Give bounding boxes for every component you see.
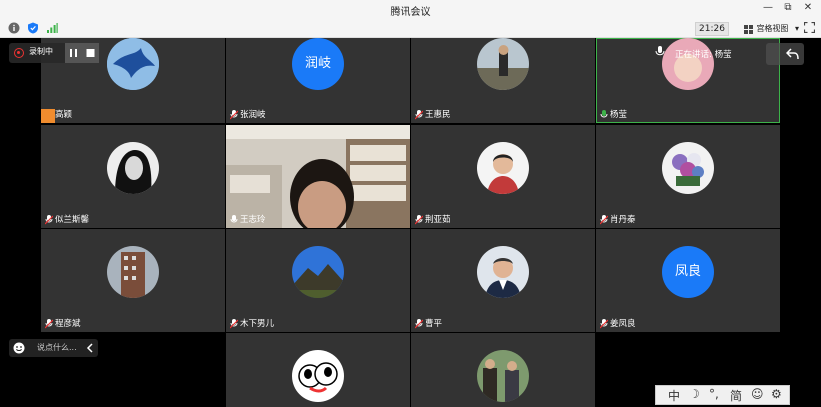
participant-tile[interactable]: 润岐 张润岐: [226, 38, 410, 123]
avatar: [662, 38, 714, 90]
participant-name: 木下男儿: [230, 318, 274, 330]
avatar: [107, 142, 159, 194]
ime-moon-icon[interactable]: ☽: [689, 387, 700, 401]
participant-tile[interactable]: [226, 333, 410, 407]
participant-tile[interactable]: 凤良 姜凤良: [596, 229, 780, 332]
participant-name: 王惠民: [415, 109, 451, 121]
ime-settings-icon[interactable]: ⚙: [771, 387, 782, 401]
mic-muted-icon: [600, 319, 608, 329]
ime-simplified-mode[interactable]: 简: [730, 387, 742, 404]
stop-icon: [86, 49, 95, 57]
reaction-toolbar[interactable]: [766, 43, 804, 65]
mic-muted-icon: [415, 319, 423, 329]
host-badge-icon: [41, 109, 55, 123]
pause-recording-button[interactable]: [65, 43, 82, 63]
participant-name: 程彦斌: [45, 318, 81, 330]
speaking-indicator: 正在讲话: 杨莹: [675, 50, 732, 60]
participant-tile[interactable]: 王惠民: [411, 38, 595, 123]
recording-indicator: 录制中: [9, 43, 99, 63]
meeting-time: 21:26: [695, 22, 729, 36]
fullscreen-icon[interactable]: [804, 22, 815, 33]
avatar: [292, 246, 344, 298]
avatar: 凤良: [662, 246, 714, 298]
avatar: [107, 38, 159, 90]
recording-label: 录制中: [29, 47, 53, 56]
participant-name: [415, 393, 425, 405]
grid-view-button[interactable]: 宫格视图 ▾: [742, 22, 799, 36]
participant-name: 杨莹: [600, 109, 627, 121]
emoji-icon[interactable]: [13, 342, 25, 354]
video-grid: 高颖 润岐 张润岐 王惠民 杨莹 似兰斯馨 王志玲 荆亚茹 肖丹秦 程彦斌 木下…: [0, 38, 821, 407]
restore-button[interactable]: ⧉: [781, 2, 795, 13]
mic-muted-icon: [45, 319, 53, 329]
chat-placeholder: 说点什么...: [37, 343, 77, 352]
mic-muted-icon: [415, 110, 423, 120]
mic-muted-icon: [45, 215, 53, 225]
mic-muted-icon: [230, 319, 238, 329]
avatar: [292, 350, 344, 402]
participant-name: [230, 393, 240, 405]
avatar: [477, 38, 529, 90]
participant-tile[interactable]: 曹平: [411, 229, 595, 332]
participant-tile[interactable]: [411, 333, 595, 407]
participant-name: 肖丹秦: [600, 214, 636, 226]
pause-icon: [70, 49, 77, 57]
grid-icon: [744, 25, 754, 34]
participant-name: 姜凤良: [600, 318, 636, 330]
video-frame: [226, 125, 410, 228]
participant-tile[interactable]: 荆亚茹: [411, 125, 595, 228]
participant-name: 张润岐: [230, 109, 266, 121]
chevron-down-icon: ▾: [794, 24, 799, 33]
participant-tile[interactable]: 肖丹秦: [596, 125, 780, 228]
participant-name: 曹平: [415, 318, 442, 330]
avatar: [477, 246, 529, 298]
record-icon: [14, 48, 24, 58]
participant-video[interactable]: 王志玲: [226, 125, 410, 228]
mic-muted-icon: [230, 110, 238, 120]
signal-icon[interactable]: [46, 22, 58, 34]
avatar: [107, 246, 159, 298]
chevron-left-icon[interactable]: [86, 343, 94, 353]
participant-tile[interactable]: 程彦斌: [41, 229, 225, 332]
avatar: [477, 350, 529, 402]
title-bar: 腾讯会议 — ⧉ ✕ 21:26 宫格视图 ▾: [0, 0, 821, 38]
ime-punct-mode[interactable]: °,: [709, 387, 719, 401]
avatar: 润岐: [292, 38, 344, 90]
window-title: 腾讯会议: [390, 7, 431, 18]
mic-muted-icon: [415, 215, 423, 225]
close-button[interactable]: ✕: [801, 2, 815, 13]
grid-view-label: 宫格视图: [756, 24, 789, 33]
participant-tile[interactable]: 木下男儿: [226, 229, 410, 332]
info-icon[interactable]: [8, 22, 20, 34]
mic-active-icon: [600, 110, 608, 118]
participant-tile[interactable]: 似兰斯馨: [41, 125, 225, 228]
mic-icon: [230, 215, 238, 223]
avatar: [662, 142, 714, 194]
undo-icon[interactable]: [786, 48, 799, 60]
shield-icon[interactable]: [27, 22, 39, 34]
stop-recording-button[interactable]: [82, 43, 99, 63]
ime-toolbar[interactable]: 中 ☽ °, 简 ☺ ⚙: [655, 385, 790, 405]
speaker-mic-icon: [655, 46, 665, 56]
minimize-button[interactable]: —: [761, 2, 775, 13]
avatar: [477, 142, 529, 194]
chat-input[interactable]: 说点什么...: [9, 339, 98, 357]
mic-muted-icon: [600, 215, 608, 225]
ime-emoji-icon[interactable]: ☺: [751, 387, 764, 401]
participant-name: 王志玲: [230, 214, 266, 226]
ime-chinese-mode[interactable]: 中: [668, 387, 680, 404]
participant-name: 似兰斯馨: [45, 214, 89, 226]
participant-name: 荆亚茹: [415, 214, 451, 226]
